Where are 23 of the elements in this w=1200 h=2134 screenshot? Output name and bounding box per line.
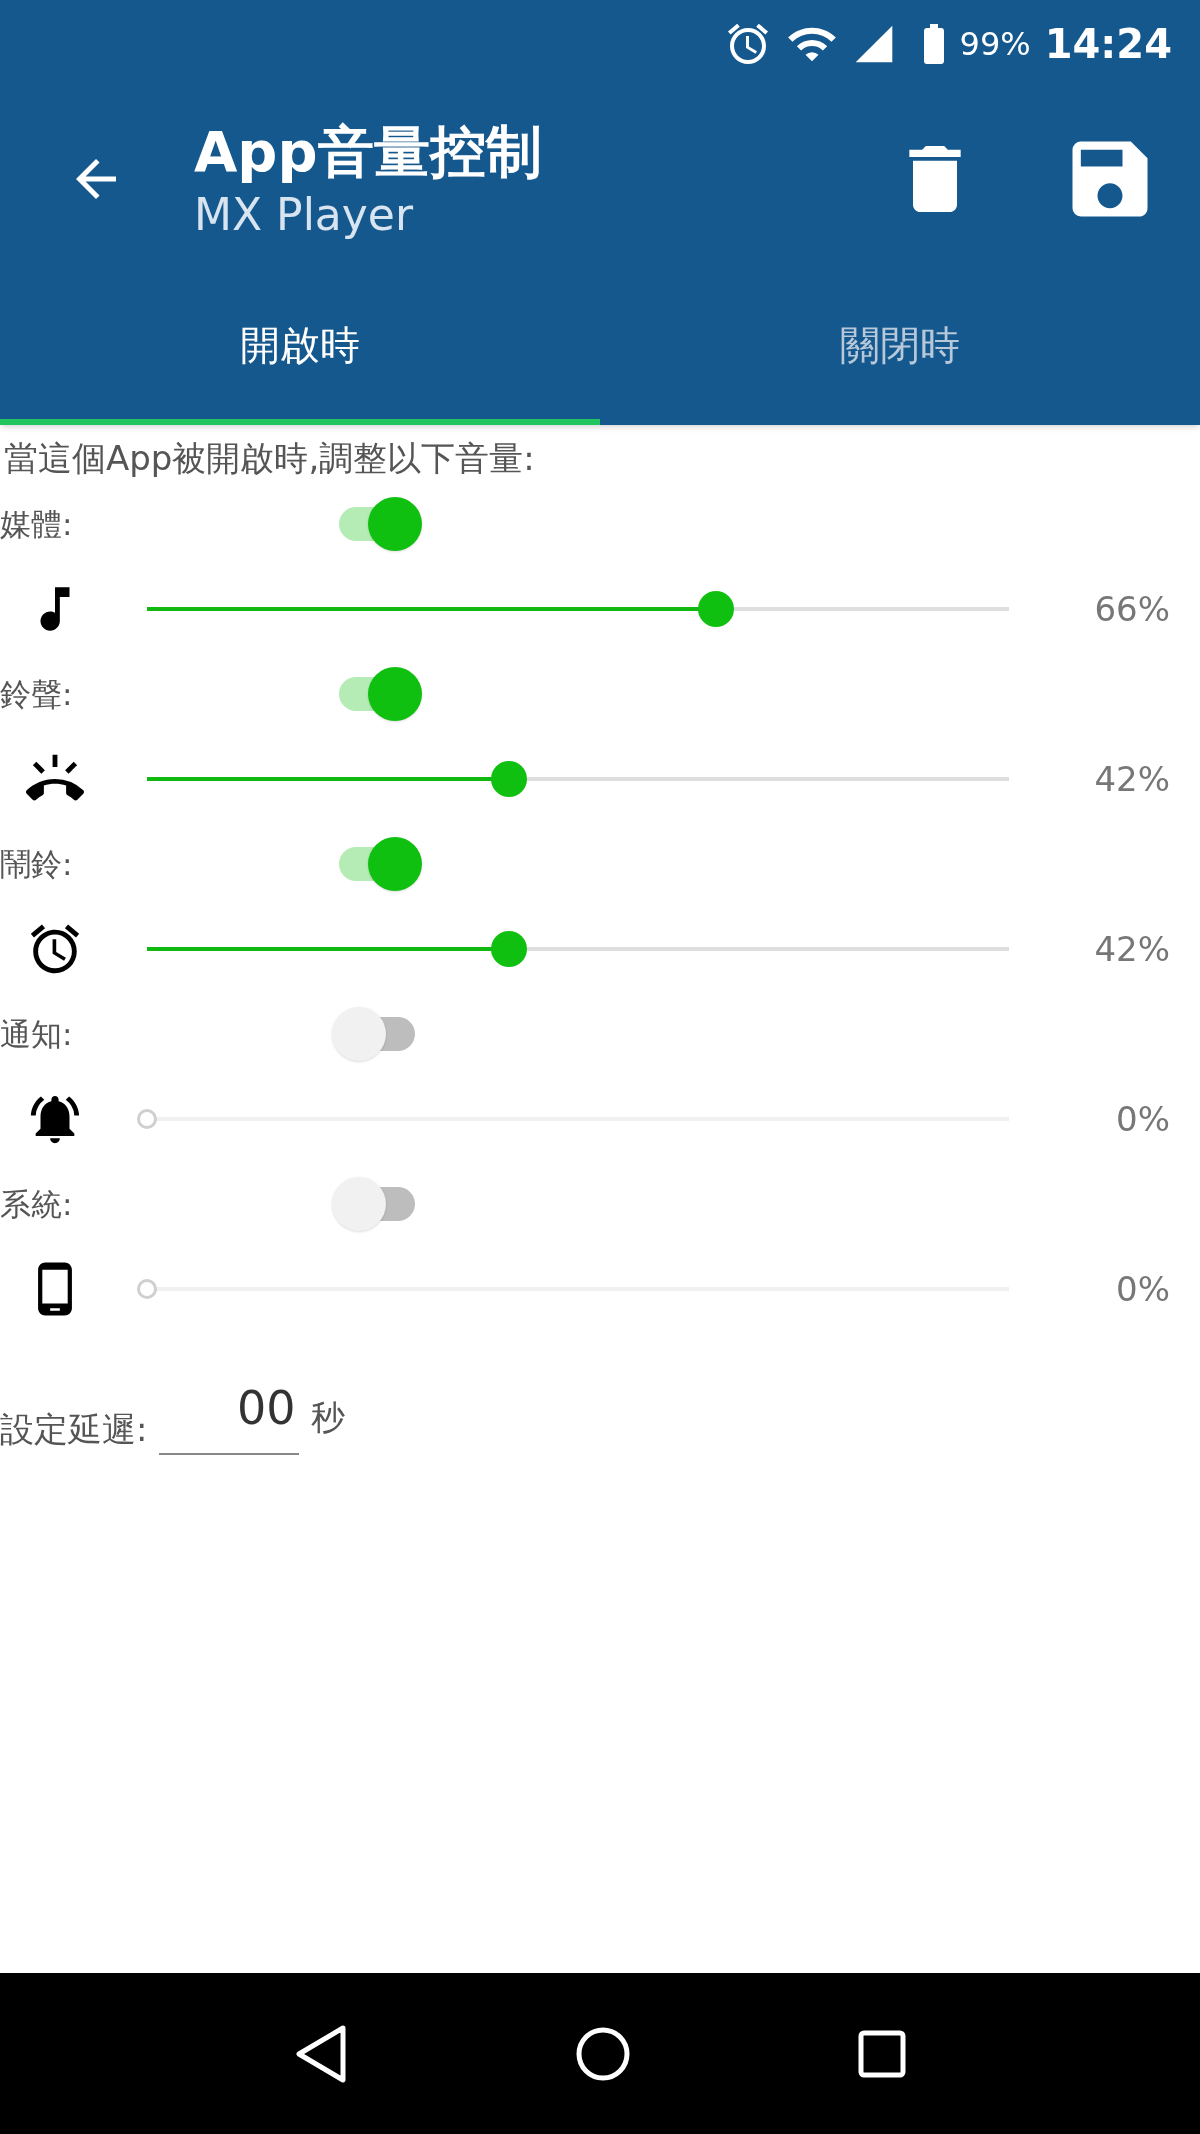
window-subtitle: MX Player: [194, 187, 414, 242]
channel-label: 通知:: [0, 1014, 74, 1054]
channel-label: 鈴聲:: [0, 674, 74, 714]
seconds-unit: 秒: [311, 1396, 346, 1439]
back-triangle-icon[interactable]: [293, 2023, 349, 2084]
tab[interactable]: 開啟時: [0, 270, 600, 425]
volume-reading: 42%: [1094, 927, 1170, 971]
battery-percent: 99%: [959, 24, 1031, 65]
tab[interactable]: 關閉時: [600, 270, 1200, 425]
volume-reading: 42%: [1094, 757, 1170, 801]
delay-field[interactable]: 00: [159, 1374, 300, 1455]
delay-label: 設定延遲:: [0, 1408, 148, 1451]
volume-reading: 66%: [1094, 587, 1170, 631]
window-title: App音量控制: [194, 117, 542, 186]
square-icon[interactable]: [857, 2028, 907, 2079]
channel-label: 系統:: [0, 1184, 74, 1224]
channel-label: 媒體:: [0, 504, 74, 544]
home-circle-icon[interactable]: [575, 2025, 631, 2082]
volume-reading: 0%: [1116, 1097, 1170, 1141]
description-text: 當這個App被開啟時,調整以下音量:: [3, 437, 536, 480]
clock-time: 14:24: [1044, 20, 1172, 69]
volume-reading: 0%: [1116, 1267, 1170, 1311]
channel-label: 鬧鈴:: [0, 844, 74, 884]
